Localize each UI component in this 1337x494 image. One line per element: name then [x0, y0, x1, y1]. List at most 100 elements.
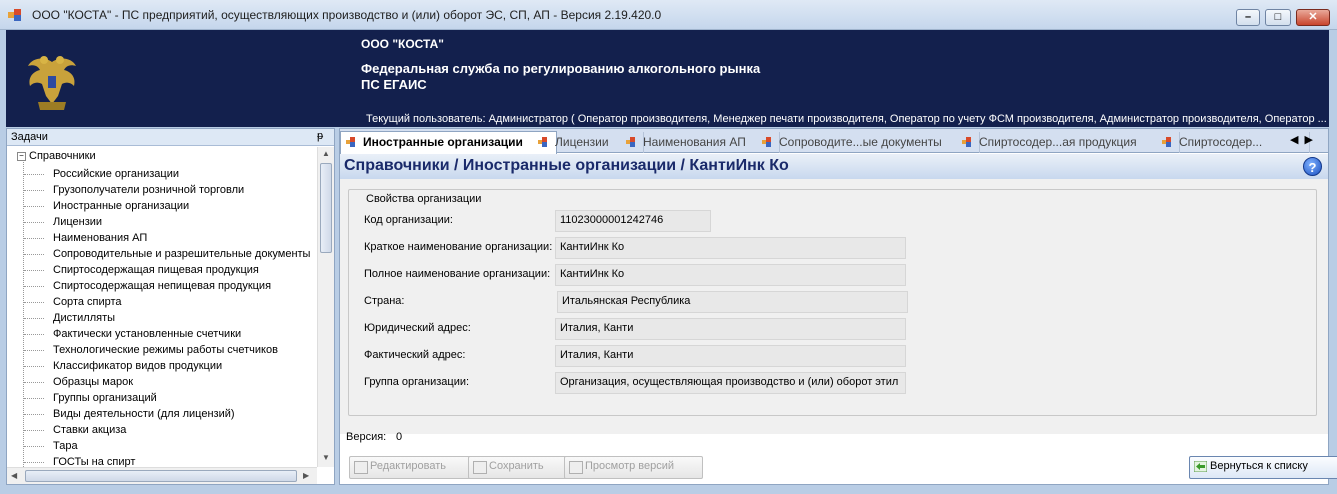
save-button-label: Сохранить	[489, 460, 544, 472]
field-value[interactable]: КантиИнк Ко	[555, 237, 906, 259]
pin-icon[interactable]: ᵽ	[317, 130, 323, 142]
tree-item[interactable]: Тара	[53, 438, 78, 454]
scroll-left-icon[interactable]: ◀	[11, 471, 17, 480]
tree-connector-line	[24, 302, 44, 303]
tasks-panel-header: Задачи ᵽ	[7, 129, 334, 146]
view-versions-button-label: Просмотр версий	[585, 460, 675, 472]
window-title: ООО "КОСТА" - ПС предприятий, осуществля…	[32, 8, 662, 22]
tree-item[interactable]: Иностранные организации	[53, 198, 189, 214]
collapse-toggle-icon[interactable]: −	[17, 151, 26, 161]
field-label: Группа организации:	[364, 376, 470, 388]
field-value[interactable]: Италия, Канти	[555, 318, 906, 340]
tree-connector-line	[24, 366, 44, 367]
tree-item[interactable]: Классификатор видов продукции	[53, 358, 222, 374]
tree-item[interactable]: Спиртосодержащая пищевая продукция	[53, 262, 259, 278]
tab-label: Спиртосодер...	[1179, 135, 1263, 149]
scroll-down-icon[interactable]: ▼	[322, 453, 330, 462]
tree-connector-line	[24, 254, 44, 255]
field-value[interactable]: Итальянская Республика	[557, 291, 908, 313]
horizontal-scroll-thumb[interactable]	[25, 470, 297, 482]
field-label: Юридический адрес:	[364, 322, 471, 334]
tree-item[interactable]: Дистилляты	[53, 310, 115, 326]
vertical-scroll-thumb[interactable]	[320, 163, 332, 253]
view-versions-button[interactable]: Просмотр версий	[564, 456, 703, 479]
tab-label: Наименования АП	[643, 135, 746, 149]
edit-button[interactable]: Редактировать	[349, 456, 481, 479]
tab-0[interactable]: Иностранные организации	[340, 131, 557, 155]
back-arrow-icon	[1194, 461, 1207, 472]
tree-item[interactable]: Лицензии	[53, 214, 102, 230]
help-icon[interactable]: ?	[1303, 157, 1322, 176]
organization-form: Свойства организации Код организации: 110…	[340, 179, 1328, 434]
close-button[interactable]: ✕	[1296, 9, 1330, 26]
tree-root-label: Справочники	[29, 150, 96, 162]
tree-connector-line	[24, 270, 44, 271]
tab-icon	[626, 137, 635, 147]
minimize-button[interactable]: –	[1236, 9, 1260, 26]
organization-properties-group: Свойства организации Код организации: 110…	[348, 189, 1317, 416]
save-button[interactable]: Сохранить	[468, 456, 575, 479]
tree-connector-line	[24, 318, 44, 319]
tree-item[interactable]: Фактически установленные счетчики	[53, 326, 241, 342]
field-value[interactable]: Организация, осуществляющая производство…	[555, 372, 906, 394]
tree-connector-line	[24, 430, 44, 431]
tab-icon	[346, 137, 355, 147]
tree-horizontal-scrollbar[interactable]: ◀ ▶	[7, 467, 317, 484]
field-value[interactable]: Италия, Канти	[555, 345, 906, 367]
tab-4[interactable]: Спиртосодер...ая продукция	[957, 132, 1180, 153]
tree-connector-line	[24, 414, 44, 415]
field-label: Страна:	[364, 295, 405, 307]
field-label: Краткое наименование организации:	[364, 241, 553, 253]
tab-icon	[962, 137, 971, 147]
version-value: 0	[396, 431, 403, 443]
tree-connector-line	[24, 462, 44, 463]
return-to-list-button[interactable]: Вернуться к списку	[1189, 456, 1337, 479]
tree-connector-line	[24, 398, 44, 399]
scroll-up-icon[interactable]: ▲	[322, 149, 330, 158]
tree-item[interactable]: Грузополучатели розничной торговли	[53, 182, 244, 198]
organization-name: ООО "КОСТА"	[361, 37, 444, 51]
field-value[interactable]: 11023000001242746	[555, 210, 711, 232]
tree-item[interactable]: Наименования АП	[53, 230, 147, 246]
tab-icon	[538, 137, 547, 147]
maximize-icon: □	[1274, 11, 1282, 23]
tree-item[interactable]: Российские организации	[53, 166, 179, 182]
window-title-bar[interactable]: ООО "КОСТА" - ПС предприятий, осуществля…	[0, 0, 1337, 30]
tree-connector-line	[24, 286, 44, 287]
tree-item[interactable]: Образцы марок	[53, 374, 133, 390]
tab-icon	[1162, 137, 1171, 147]
tree-item[interactable]: Группы организаций	[53, 390, 157, 406]
maximize-button[interactable]: □	[1265, 9, 1291, 26]
tree-item[interactable]: Сопроводительные и разрешительные докуме…	[53, 246, 310, 262]
tab-label: Лицензии	[555, 135, 609, 149]
field-label: Полное наименование организации:	[364, 268, 551, 280]
edit-icon	[354, 461, 368, 474]
tree-connector-line	[24, 222, 44, 223]
version-label: Версия:	[346, 431, 387, 443]
agency-name: Федеральная служба по регулированию алко…	[361, 61, 761, 76]
breadcrumb: Справочники / Иностранные организации / …	[344, 157, 789, 174]
tab-3[interactable]: Сопроводите...ые документы	[757, 132, 980, 153]
tree-vertical-scrollbar[interactable]: ▲ ▼	[317, 147, 334, 467]
save-icon	[473, 461, 487, 474]
tree-connector-line	[24, 190, 44, 191]
tree-connector-line	[24, 446, 44, 447]
field-value[interactable]: КантиИнк Ко	[555, 264, 906, 286]
tree-connector-line	[24, 238, 44, 239]
tree-item[interactable]: Виды деятельности (для лицензий)	[53, 406, 235, 422]
tree-item[interactable]: Ставки акциза	[53, 422, 126, 438]
tree-item[interactable]: ГОСТы на спирт	[53, 454, 135, 467]
tab-5[interactable]: Спиртосодер...	[1157, 132, 1310, 153]
tree-item[interactable]: Спиртосодержащая непищевая продукция	[53, 278, 271, 294]
tree-item[interactable]: Сорта спирта	[53, 294, 122, 310]
group-title: Свойства организации	[363, 193, 485, 205]
close-icon: ✕	[1308, 11, 1318, 23]
tab-scroll-arrows-icon[interactable]: ◀▶	[1290, 133, 1319, 146]
tree-item[interactable]: Технологические режимы работы счетчиков	[53, 342, 278, 358]
tab-icon	[762, 137, 771, 147]
tree-node-directories[interactable]: − Справочники	[17, 150, 96, 162]
scroll-right-icon[interactable]: ▶	[303, 471, 309, 480]
minimize-icon: –	[1244, 11, 1252, 23]
tree-connector-line	[24, 174, 44, 175]
tree-connector-line	[24, 334, 44, 335]
